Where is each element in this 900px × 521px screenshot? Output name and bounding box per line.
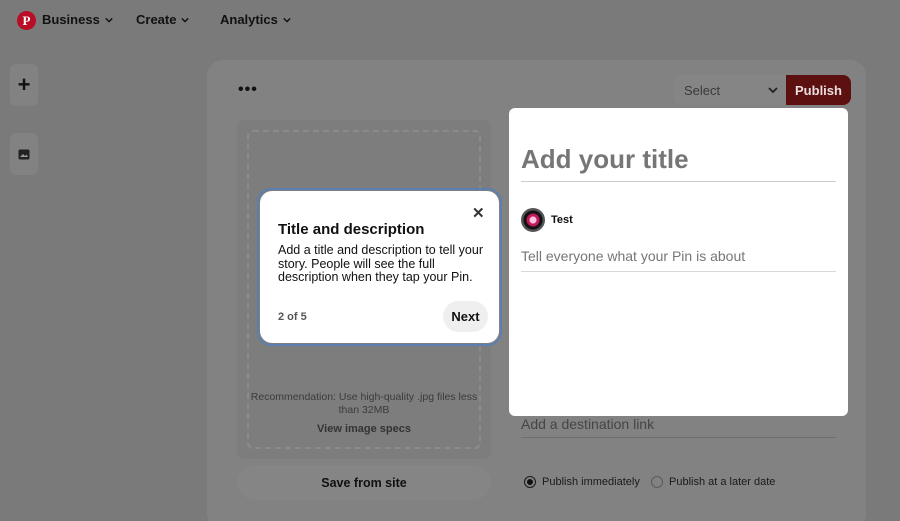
avatar (521, 208, 545, 232)
nav-analytics[interactable]: Analytics (220, 12, 291, 27)
description-input[interactable]: Tell everyone what your Pin is about (521, 248, 836, 272)
pinterest-logo-icon[interactable]: P (17, 11, 36, 30)
nav-business[interactable]: Business (42, 12, 113, 27)
top-nav: P Business Create Analytics (0, 0, 900, 42)
chevron-down-icon (768, 87, 778, 94)
add-pin-button[interactable]: + (10, 64, 38, 106)
nav-business-label: Business (42, 12, 100, 27)
upload-recommendation: Recommendation: Use high-quality .jpg fi… (250, 391, 478, 416)
tooltip-title: Title and description (278, 221, 425, 238)
tooltip-step-counter: 2 of 5 (278, 311, 307, 323)
title-input[interactable]: Add your title (521, 144, 836, 182)
nav-create[interactable]: Create (136, 12, 190, 27)
nav-analytics-label: Analytics (220, 12, 278, 27)
destination-link-input[interactable]: Add a destination link (521, 416, 836, 438)
title-description-panel: Add your title Test Tell everyone what y… (509, 108, 848, 416)
publish-later-option[interactable]: Publish at a later date (651, 476, 775, 488)
username: Test (551, 214, 573, 226)
publish-later-label: Publish at a later date (669, 476, 776, 488)
save-from-site-button[interactable]: Save from site (237, 465, 491, 500)
tooltip-body: Add a title and description to tell your… (278, 243, 483, 284)
image-icon (18, 149, 30, 159)
chevron-down-icon (105, 17, 113, 23)
publish-immediately-option[interactable]: Publish immediately (524, 476, 640, 488)
radio-selected-icon (524, 476, 536, 488)
next-button[interactable]: Next (443, 301, 488, 332)
onboarding-tooltip: ✕ Title and description Add a title and … (260, 191, 499, 343)
nav-create-label: Create (136, 12, 177, 27)
chevron-down-icon (181, 17, 190, 23)
publish-button[interactable]: Publish (786, 75, 851, 105)
view-image-specs-link[interactable]: View image specs (247, 423, 481, 435)
more-options-icon[interactable]: ••• (238, 81, 258, 99)
publish-immediately-label: Publish immediately (542, 476, 640, 488)
radio-unselected-icon (651, 476, 663, 488)
drafts-button[interactable] (10, 133, 38, 175)
chevron-down-icon (283, 17, 291, 23)
board-select-value: Select (684, 83, 721, 98)
plus-icon: + (17, 72, 31, 97)
board-select[interactable]: Select (674, 75, 786, 105)
close-icon[interactable]: ✕ (472, 204, 485, 222)
